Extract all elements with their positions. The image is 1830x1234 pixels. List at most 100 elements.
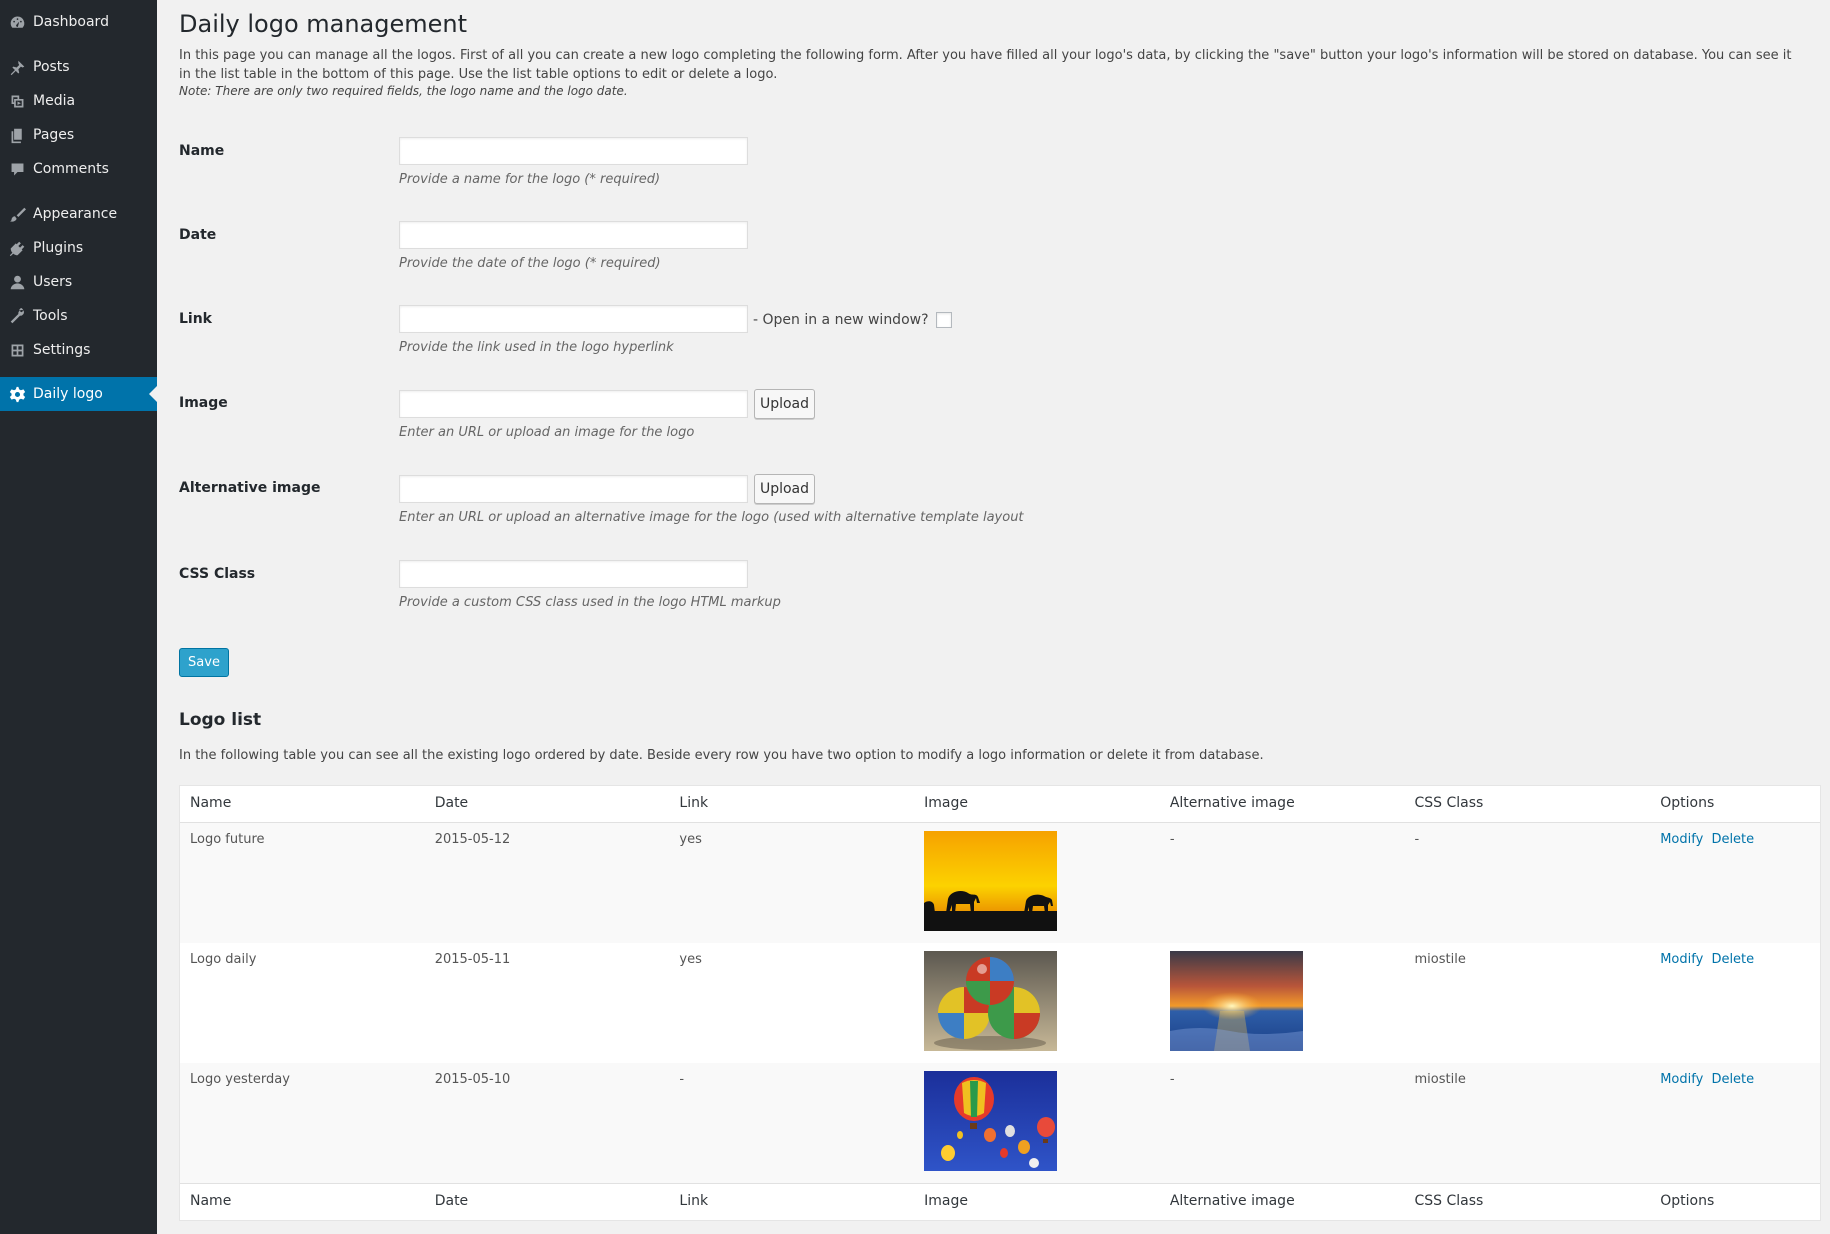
sidebar-item-label: Comments [33, 161, 109, 177]
sidebar-item-label: Posts [33, 59, 70, 75]
cell-link: - [679, 1072, 685, 1087]
dashboard-icon [7, 12, 27, 32]
sidebar-item-label: Media [33, 93, 76, 109]
cell-options: Modify Delete [1650, 1063, 1820, 1183]
column-footer-options[interactable]: Options [1650, 1184, 1820, 1220]
sidebar-item-comments[interactable]: Comments [0, 152, 157, 186]
link-input[interactable] [399, 305, 748, 333]
brush-icon [7, 204, 27, 224]
link-description: Provide the link used in the logo hyperl… [399, 340, 674, 355]
column-footer-alt-image[interactable]: Alternative image [1160, 1184, 1405, 1220]
sidebar-item-daily-logo[interactable]: Daily logo [0, 377, 157, 411]
ocean-sunset-thumbnail [1169, 951, 1303, 1051]
gear-icon [7, 384, 27, 404]
logo-list-intro: In the following table you can see all t… [179, 748, 1264, 763]
date-label: Date [179, 227, 217, 243]
modify-link[interactable]: Modify [1660, 952, 1703, 967]
cell-options: Modify Delete [1650, 823, 1820, 943]
sidebar-item-label: Pages [33, 127, 75, 143]
cell-css-class: - [1414, 832, 1420, 847]
sidebar-item-users[interactable]: Users [0, 265, 157, 299]
wrench-icon [7, 306, 27, 326]
sidebar-item-label: Dashboard [33, 14, 109, 30]
image-upload-button[interactable]: Upload [754, 389, 815, 419]
media-icon [7, 91, 27, 111]
cell-css-class: miostile [1414, 1072, 1466, 1087]
css-class-input[interactable] [399, 560, 748, 588]
cell-name: Logo yesterday [190, 1072, 290, 1087]
page-title: Daily logo management [179, 10, 468, 38]
pages-icon [7, 125, 27, 145]
name-input[interactable] [399, 137, 748, 165]
image-input[interactable] [399, 390, 748, 418]
column-footer-name[interactable]: Name [180, 1184, 425, 1220]
pin-icon [7, 57, 27, 77]
sidebar-item-label: Tools [33, 308, 68, 324]
plugin-icon [7, 238, 27, 258]
delete-link[interactable]: Delete [1711, 832, 1754, 847]
image-description: Enter an URL or upload an image for the … [399, 425, 695, 440]
name-description: Provide a name for the logo (* required) [399, 172, 661, 187]
column-footer-date[interactable]: Date [425, 1184, 670, 1220]
modify-link[interactable]: Modify [1660, 1072, 1703, 1087]
cell-options: Modify Delete [1650, 943, 1820, 1063]
juggling-balls-thumbnail [924, 951, 1058, 1051]
column-header-image[interactable]: Image [914, 786, 1160, 822]
hot-air-balloons-thumbnail [924, 1071, 1058, 1171]
table-row: Logo daily 2015-05-11 yes miostile Modif… [180, 943, 1820, 1063]
delete-link[interactable]: Delete [1711, 952, 1754, 967]
cell-date: 2015-05-11 [434, 952, 511, 967]
date-description: Provide the date of the logo (* required… [399, 256, 661, 271]
column-footer-image[interactable]: Image [914, 1184, 1160, 1220]
link-label: Link [179, 311, 212, 327]
comment-icon [7, 159, 27, 179]
settings-icon [7, 340, 27, 360]
sidebar-item-media[interactable]: Media [0, 84, 157, 118]
new-window-label: - Open in a new window? [753, 312, 929, 328]
alt-image-label: Alternative image [179, 480, 321, 496]
elephants-sunset-thumbnail [924, 831, 1058, 931]
logo-table: Name Date Link Image Alternative image C… [179, 785, 1821, 1221]
cell-date: 2015-05-10 [434, 1072, 511, 1087]
column-footer-css-class[interactable]: CSS Class [1405, 1184, 1651, 1220]
alt-image-input[interactable] [399, 475, 748, 503]
cell-name: Logo future [190, 832, 265, 847]
image-label: Image [179, 395, 228, 411]
sidebar-item-pages[interactable]: Pages [0, 118, 157, 152]
table-row: Logo yesterday 2015-05-10 - - miostile M… [180, 1063, 1820, 1183]
table-footer: Name Date Link Image Alternative image C… [180, 1183, 1820, 1220]
sidebar-item-label: Plugins [33, 240, 84, 256]
name-label: Name [179, 143, 225, 159]
sidebar-item-dashboard[interactable]: Dashboard [0, 5, 157, 39]
alt-image-upload-button[interactable]: Upload [754, 474, 815, 504]
sidebar-item-label: Daily logo [33, 386, 103, 402]
column-header-name[interactable]: Name [180, 786, 425, 822]
delete-link[interactable]: Delete [1711, 1072, 1754, 1087]
column-header-date[interactable]: Date [425, 786, 670, 822]
css-class-label: CSS Class [179, 566, 256, 582]
sidebar-item-tools[interactable]: Tools [0, 299, 157, 333]
sidebar-item-appearance[interactable]: Appearance [0, 197, 157, 231]
column-header-link[interactable]: Link [669, 786, 914, 822]
column-header-alt-image[interactable]: Alternative image [1160, 786, 1405, 822]
sidebar-item-posts[interactable]: Posts [0, 50, 157, 84]
new-window-checkbox[interactable] [935, 312, 952, 328]
save-button[interactable]: Save [179, 648, 229, 677]
logo-list-title: Logo list [179, 710, 262, 730]
date-input[interactable] [399, 221, 748, 249]
sidebar-item-label: Settings [33, 342, 91, 358]
cell-name: Logo daily [190, 952, 257, 967]
cell-image [914, 943, 1160, 1063]
sidebar-item-settings[interactable]: Settings [0, 333, 157, 367]
modify-link[interactable]: Modify [1660, 832, 1703, 847]
sidebar-item-plugins[interactable]: Plugins [0, 231, 157, 265]
column-header-options[interactable]: Options [1650, 786, 1820, 822]
cell-image [914, 823, 1160, 943]
column-footer-link[interactable]: Link [669, 1184, 914, 1220]
page-intro: In this page you can manage all the logo… [179, 48, 1792, 82]
column-header-css-class[interactable]: CSS Class [1405, 786, 1651, 822]
sidebar-item-label: Appearance [33, 206, 118, 222]
table-row: Logo future 2015-05-12 yes - - Modify De… [180, 823, 1820, 943]
cell-date: 2015-05-12 [434, 832, 511, 847]
table-header: Name Date Link Image Alternative image C… [180, 786, 1820, 823]
